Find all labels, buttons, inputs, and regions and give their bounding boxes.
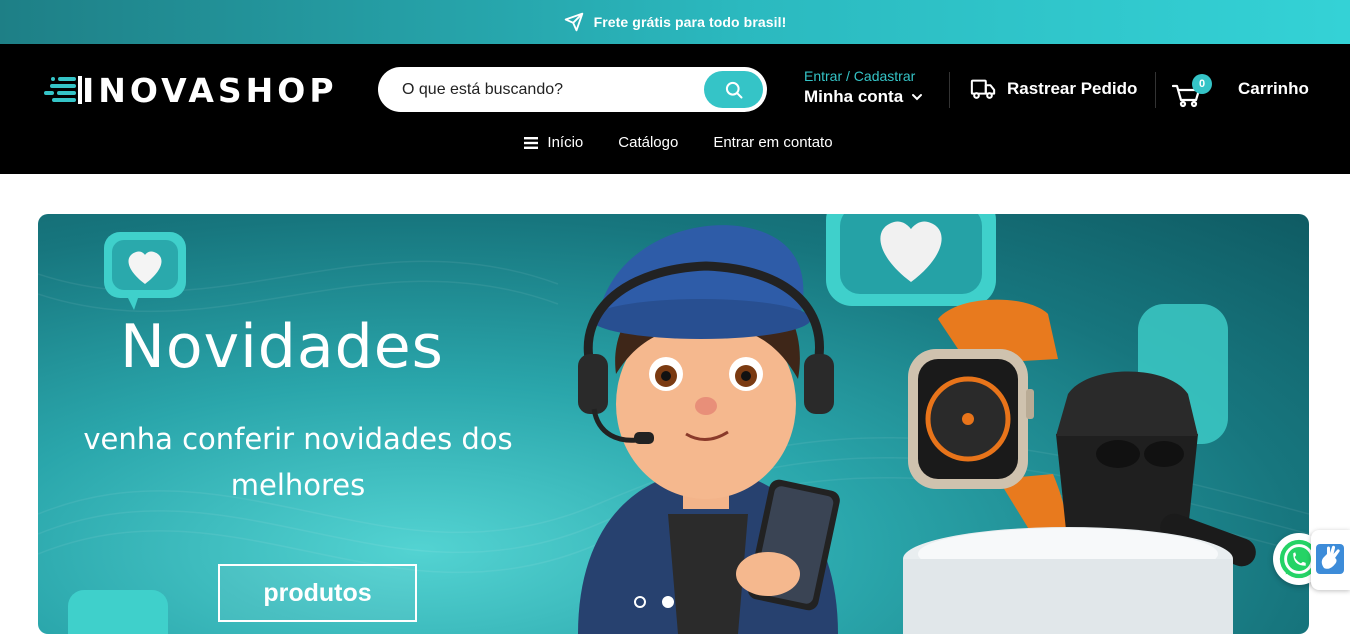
hero-banner[interactable]: Novidades venha conferir novidades dos m…	[38, 214, 1309, 634]
logo-mark-icon	[44, 76, 82, 104]
carousel-dot[interactable]	[634, 596, 646, 608]
heart-bubble-left	[104, 232, 186, 310]
nav-item-label: Catálogo	[618, 134, 679, 151]
my-account-dropdown[interactable]: Minha conta	[804, 87, 923, 107]
main-navigation: Início Catálogo Entrar em contato	[0, 134, 1350, 151]
accessibility-button[interactable]	[1311, 530, 1350, 590]
accessibility-hand-icon	[1315, 544, 1344, 574]
cart-count-badge: 0	[1192, 74, 1212, 94]
nav-item-label: Início	[547, 134, 584, 151]
shipping-message: Frete grátis para todo brasil!	[593, 14, 787, 30]
delivery-truck-icon	[970, 79, 996, 99]
login-register-link[interactable]: Entrar / Cadastrar	[804, 68, 923, 84]
track-order-link[interactable]: Rastrear Pedido	[970, 77, 1137, 101]
carousel-dots	[634, 596, 674, 608]
my-account-label: Minha conta	[804, 87, 904, 106]
nav-item-catalogo[interactable]: Catálogo	[618, 134, 678, 151]
chevron-down-icon	[912, 94, 923, 101]
search-bar	[378, 67, 767, 112]
nav-item-contato[interactable]: Entrar em contato	[713, 134, 832, 151]
site-header: INOVASHOP Entrar / Cadastrar Minha conta…	[0, 44, 1350, 174]
cart-button[interactable]: 0	[1171, 74, 1212, 113]
search-icon	[725, 81, 742, 98]
menu-icon	[524, 136, 539, 149]
nav-item-inicio[interactable]: Início	[524, 134, 583, 151]
header-divider	[949, 72, 950, 108]
search-input[interactable]	[402, 67, 702, 112]
banner-title: Novidades	[120, 312, 444, 382]
account-menu[interactable]: Entrar / Cadastrar Minha conta	[804, 68, 923, 107]
shipping-announcement-bar: Frete grátis para todo brasil!	[0, 0, 1350, 44]
paper-plane-icon	[564, 12, 583, 32]
character-illustration	[578, 225, 840, 634]
site-logo[interactable]: INOVASHOP	[44, 70, 344, 110]
nav-item-label: Entrar em contato	[713, 134, 833, 151]
banner-cta-button[interactable]: produtos	[218, 564, 417, 622]
carousel-dot-active[interactable]	[662, 596, 674, 608]
search-button[interactable]	[704, 71, 763, 108]
track-order-label: Rastrear Pedido	[1007, 79, 1138, 98]
banner-subtitle: venha conferir novidades dos melhores	[83, 422, 513, 502]
logo-text: INOVASHOP	[82, 70, 338, 110]
smartwatch-illustration	[908, 299, 1068, 551]
header-divider	[1155, 72, 1156, 108]
cart-label[interactable]: Carrinho	[1238, 79, 1309, 99]
